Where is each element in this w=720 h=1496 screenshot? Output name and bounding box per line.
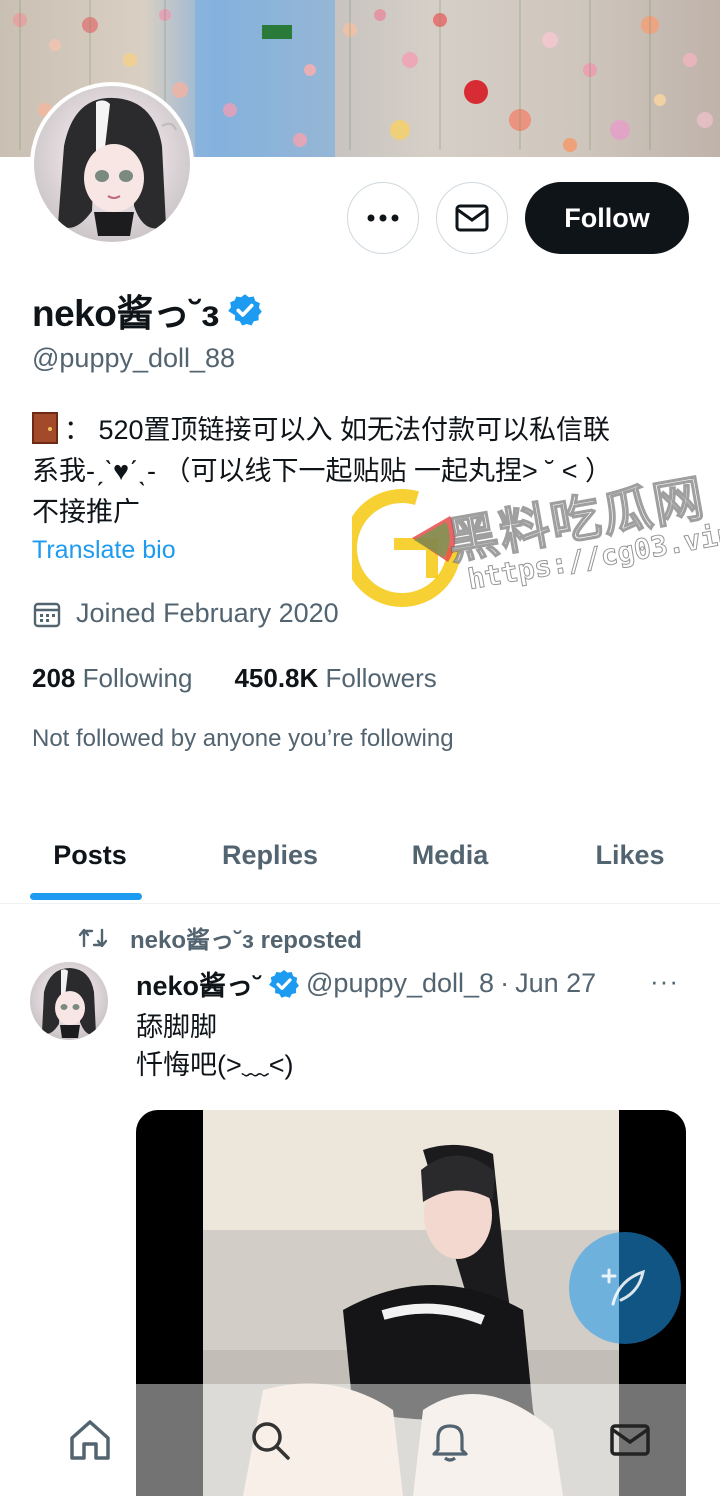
not-followed-note: Not followed by anyone you’re following — [32, 725, 454, 752]
post-header: neko酱っ˘ @puppy_doll_8 · Jun 27 — [136, 964, 696, 1003]
bio-line-1: ： 520置顶链接可以入 如无法付款可以私信联 — [32, 410, 692, 451]
verified-badge-icon[interactable] — [227, 292, 263, 328]
translate-bio-link[interactable]: Translate bio — [32, 536, 176, 565]
followers-label: Followers — [325, 663, 437, 693]
follow-button[interactable]: Follow — [525, 182, 689, 254]
tab-media[interactable]: Media — [360, 808, 540, 903]
followers-stat-link[interactable]: 450.8K Followers — [234, 663, 436, 694]
display-name-row: neko酱っ˘ɜ — [32, 283, 263, 337]
tab-likes[interactable]: Likes — [540, 808, 720, 903]
followers-count: 450.8K — [234, 663, 319, 693]
tab-posts[interactable]: Posts — [0, 808, 180, 903]
envelope-icon — [455, 204, 489, 232]
home-icon — [70, 1420, 110, 1460]
following-count: 208 — [32, 663, 76, 693]
nav-notifications-button[interactable] — [400, 1390, 500, 1490]
post-date[interactable]: Jun 27 — [515, 968, 596, 999]
bio-line-1-text: ： 520置顶链接可以入 如无法付款可以私信联 — [64, 415, 611, 445]
user-handle: @puppy_doll_88 — [32, 343, 236, 373]
following-stat-link[interactable]: 208 Following — [32, 663, 192, 694]
more-horizontal-icon — [367, 214, 399, 222]
profile-avatar[interactable] — [30, 82, 194, 246]
post-author-avatar[interactable] — [30, 962, 108, 1040]
avatar-image — [34, 86, 190, 242]
bell-icon — [432, 1424, 468, 1462]
post-text-line-1: 舔脚脚 — [136, 1012, 217, 1042]
post-more-button[interactable]: ··· — [650, 966, 679, 997]
compose-post-button[interactable] — [569, 1232, 681, 1344]
bottom-navigation — [0, 1384, 720, 1496]
post-separator: · — [500, 968, 510, 998]
post-text: 舔脚脚 忏悔吧(>﹏<) — [136, 1008, 294, 1084]
follow-stats: 208 Following 450.8K Followers — [32, 663, 437, 694]
repost-indicator[interactable]: neko酱っ˘ɜ reposted — [78, 920, 362, 955]
active-tab-indicator — [30, 893, 142, 900]
verified-badge-icon[interactable] — [268, 968, 300, 1000]
message-button[interactable] — [436, 182, 508, 254]
calendar-icon — [33, 602, 61, 627]
repost-icon — [78, 928, 108, 947]
nav-home-button[interactable] — [40, 1390, 140, 1490]
repost-label: neko酱っ˘ɜ reposted — [130, 927, 362, 954]
search-icon — [252, 1422, 290, 1460]
post-author-name[interactable]: neko酱っ˘ — [136, 964, 262, 1003]
following-label: Following — [82, 663, 193, 693]
nav-messages-button[interactable] — [580, 1390, 680, 1490]
joined-date-row: Joined February 2020 — [32, 598, 339, 629]
feather-plus-icon — [601, 1268, 645, 1306]
tab-replies[interactable]: Replies — [180, 808, 360, 903]
nav-search-button[interactable] — [220, 1390, 320, 1490]
envelope-icon — [610, 1424, 650, 1456]
door-emoji-icon — [32, 412, 58, 444]
joined-date: Joined February 2020 — [76, 598, 339, 628]
more-options-button[interactable] — [347, 182, 419, 254]
display-name: neko酱っ˘ɜ — [32, 293, 220, 334]
post-author-handle[interactable]: @puppy_doll_8 — [306, 968, 494, 999]
profile-tabs: Posts Replies Media Likes — [0, 808, 720, 904]
post-text-line-2: 忏悔吧(>﹏<) — [136, 1050, 294, 1080]
